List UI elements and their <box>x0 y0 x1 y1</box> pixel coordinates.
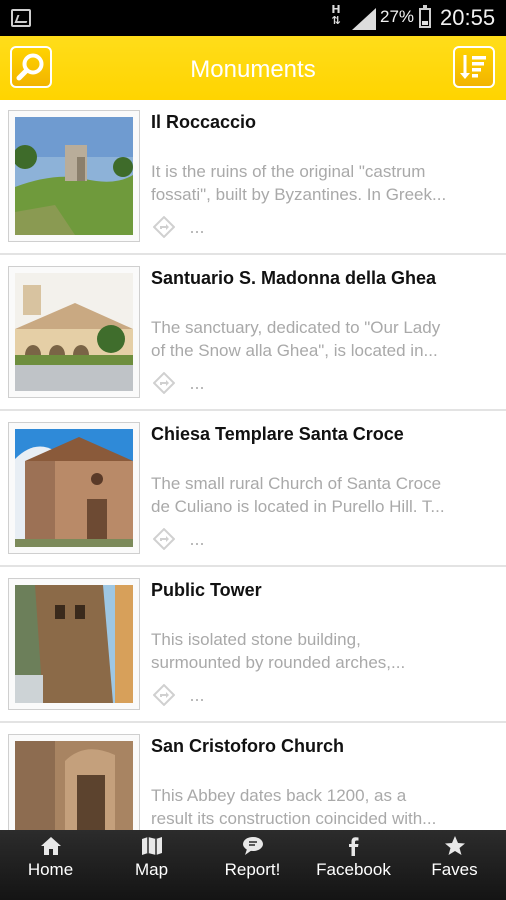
monument-description: This isolated stone building, surmounted… <box>151 628 491 674</box>
item-actions: ... <box>153 372 204 394</box>
monument-thumbnail <box>8 578 140 710</box>
nav-label: Map <box>134 860 169 879</box>
nav-label: Report! <box>224 860 281 879</box>
nav-report[interactable]: Report! <box>202 830 303 900</box>
nav-label: Home <box>27 860 74 879</box>
sort-list-icon <box>460 55 486 79</box>
nav-label: Faves <box>431 860 478 879</box>
clock: 20:55 <box>440 5 496 30</box>
more-ellipsis: ... <box>189 684 205 705</box>
list-item[interactable]: Chiesa Templare Santa Croce The small ru… <box>0 412 506 567</box>
monument-thumbnail <box>8 110 140 242</box>
monument-name: Chiesa Templare Santa Croce <box>151 424 404 444</box>
monument-name: Santuario S. Madonna della Ghea <box>151 268 437 288</box>
home-icon <box>40 837 61 855</box>
map-icon <box>141 837 162 855</box>
list-item[interactable]: San Cristoforo Church This Abbey dates b… <box>0 724 506 830</box>
monument-description: This Abbey dates back 1200, as a result … <box>151 784 491 830</box>
item-actions: ... <box>153 216 204 238</box>
more-ellipsis: ... <box>189 528 205 549</box>
nav-facebook[interactable]: Facebook <box>303 830 404 900</box>
battery-icon <box>419 5 431 28</box>
description-line: of the Snow alla Ghea", is located in... <box>151 341 438 360</box>
directions-icon[interactable] <box>153 216 175 238</box>
sort-button[interactable] <box>453 46 495 88</box>
chat-icon <box>242 837 263 855</box>
description-line: The sanctuary, dedicated to "Our Lady <box>151 318 441 337</box>
monument-name: Public Tower <box>151 580 262 600</box>
monument-thumbnail <box>8 422 140 554</box>
description-line: surmounted by rounded arches,... <box>151 653 406 672</box>
description-line: It is the ruins of the original "castrum <box>151 162 426 181</box>
more-ellipsis: ... <box>189 216 205 237</box>
app-header: Monuments <box>0 36 506 100</box>
monument-thumbnail <box>8 266 140 398</box>
signal-icon <box>352 8 376 30</box>
nav-home[interactable]: Home <box>0 830 101 900</box>
page-title: Monuments <box>190 56 316 83</box>
directions-icon[interactable] <box>153 372 175 394</box>
monuments-list[interactable]: Il Roccaccio It is the ruins of the orig… <box>0 100 506 830</box>
directions-icon[interactable] <box>153 684 175 706</box>
list-item[interactable]: Il Roccaccio It is the ruins of the orig… <box>0 100 506 255</box>
item-actions: ... <box>153 684 204 706</box>
network-type-label: H <box>331 3 341 16</box>
status-bar: H ⇅ 27% 20:55 <box>0 0 506 36</box>
star-icon <box>444 836 465 855</box>
nav-map[interactable]: Map <box>101 830 202 900</box>
bottom-navigation: Home Map Report! Facebook Faves <box>0 830 506 900</box>
description-line: de Culiano is located in Purello Hill. T… <box>151 497 445 516</box>
monument-thumbnail <box>8 734 140 830</box>
description-line: fossati", built by Byzantines. In Greek.… <box>151 185 447 204</box>
monument-description: The small rural Church of Santa Croce de… <box>151 472 491 518</box>
nav-label: Facebook <box>316 860 391 879</box>
directions-icon[interactable] <box>153 528 175 550</box>
item-actions: ... <box>153 528 204 550</box>
description-line: result its construction coincided with..… <box>151 809 437 828</box>
gallery-notification-icon <box>11 9 31 27</box>
list-item[interactable]: Public Tower This isolated stone buildin… <box>0 568 506 723</box>
network-type-icon: H ⇅ <box>331 3 341 27</box>
monument-description: The sanctuary, dedicated to "Our Lady of… <box>151 316 491 362</box>
monument-name: Il Roccaccio <box>151 112 257 132</box>
more-ellipsis: ... <box>189 372 205 393</box>
facebook-icon <box>348 837 358 856</box>
description-line: The small rural Church of Santa Croce <box>151 474 442 493</box>
nav-faves[interactable]: Faves <box>404 830 505 900</box>
list-item[interactable]: Santuario S. Madonna della Ghea The sanc… <box>0 256 506 411</box>
description-line: This Abbey dates back 1200, as a <box>151 786 407 805</box>
monument-name: San Cristoforo Church <box>151 736 345 756</box>
monument-description: It is the ruins of the original "castrum… <box>151 160 491 206</box>
battery-percent: 27% <box>380 7 415 26</box>
description-line: This isolated stone building, <box>151 630 361 649</box>
